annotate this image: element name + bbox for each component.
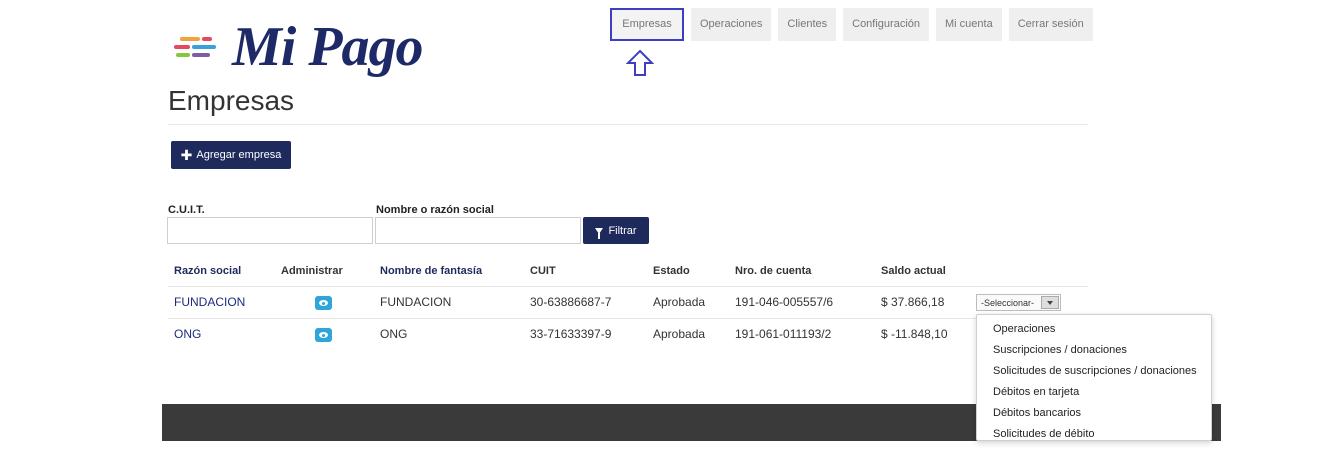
eye-icon [319, 332, 328, 338]
row-2-cuit: 33-71633397-9 [530, 327, 612, 341]
cuit-filter-input[interactable] [167, 217, 373, 244]
row-divider [168, 318, 1088, 319]
mi-pago-logo[interactable]: Mi Pago [172, 14, 424, 80]
top-nav: Empresas Operaciones Clientes Configurac… [610, 8, 1093, 41]
nav-cerrar-sesion[interactable]: Cerrar sesión [1008, 8, 1093, 41]
row-2-estado: Aprobada [653, 327, 706, 341]
filter-button[interactable]: Filtrar [583, 217, 649, 244]
up-arrow-icon [626, 49, 654, 76]
row-1-fantasia: FUNDACION [380, 295, 452, 309]
select-value: -Seleccionar- [981, 297, 1035, 308]
nav-configuracion[interactable]: Configuración [843, 8, 929, 41]
row-2-cuenta: 191-061-011193/2 [735, 327, 832, 341]
header-nombre-fantasia[interactable]: Nombre de fantasía [380, 265, 482, 277]
row-1-estado: Aprobada [653, 295, 706, 309]
nav-empresas[interactable]: Empresas [610, 8, 684, 41]
cuit-filter-label: C.U.I.T. [168, 204, 205, 216]
name-filter-label: Nombre o razón social [376, 204, 494, 216]
row-2-view-button[interactable] [315, 328, 332, 342]
header-estado: Estado [653, 265, 690, 277]
chevron-down-icon[interactable] [1041, 296, 1059, 309]
add-company-label: Agregar empresa [196, 149, 282, 161]
row-2-fantasia: ONG [380, 327, 408, 341]
nav-clientes[interactable]: Clientes [778, 8, 837, 41]
eye-icon [319, 300, 328, 306]
logo-text: Mi Pago [232, 16, 424, 78]
row-1-cuenta: 191-046-005557/6 [735, 295, 834, 309]
header-saldo-actual: Saldo actual [881, 265, 946, 277]
nav-operaciones[interactable]: Operaciones [691, 8, 772, 41]
menu-item-debitos-tarjeta[interactable]: Débitos en tarjeta [993, 386, 1079, 398]
row-1-action-select[interactable]: -Seleccionar- [976, 294, 1061, 311]
header-cuit: CUIT [530, 265, 556, 277]
page-title: Empresas [168, 85, 295, 116]
action-dropdown-menu: Operaciones Suscripciones / donaciones S… [976, 314, 1212, 441]
header-nro-cuenta: Nro. de cuenta [735, 265, 812, 277]
nav-mi-cuenta[interactable]: Mi cuenta [936, 8, 1002, 41]
row-1-cuit: 30-63886687-7 [530, 295, 612, 309]
menu-item-suscripciones[interactable]: Suscripciones / donaciones [993, 344, 1127, 356]
logo-stripes-icon [172, 27, 232, 67]
menu-item-debitos-bancarios[interactable]: Débitos bancarios [993, 407, 1081, 419]
title-divider [168, 124, 1088, 125]
header-administrar: Administrar [281, 265, 343, 277]
header-razon-social[interactable]: Razón social [174, 265, 241, 277]
funnel-icon [595, 227, 604, 239]
row-1-saldo: $ 37.866,18 [881, 295, 945, 309]
row-2-saldo: $ -11.848,10 [881, 327, 948, 341]
menu-item-solicitudes-suscripciones[interactable]: Solicitudes de suscripciones / donacione… [993, 365, 1197, 377]
menu-item-solicitudes-debito[interactable]: Solicitudes de débito [993, 428, 1095, 440]
add-company-button[interactable]: ✚ Agregar empresa [171, 141, 291, 169]
plus-icon: ✚ [180, 147, 193, 163]
header-divider [168, 286, 1088, 287]
filter-button-label: Filtrar [608, 224, 637, 237]
name-filter-input[interactable] [375, 217, 581, 244]
menu-item-operaciones[interactable]: Operaciones [993, 323, 1055, 335]
row-1-razon-social[interactable]: FUNDACION [174, 295, 245, 309]
row-2-razon-social[interactable]: ONG [174, 327, 201, 341]
row-1-view-button[interactable] [315, 296, 332, 310]
